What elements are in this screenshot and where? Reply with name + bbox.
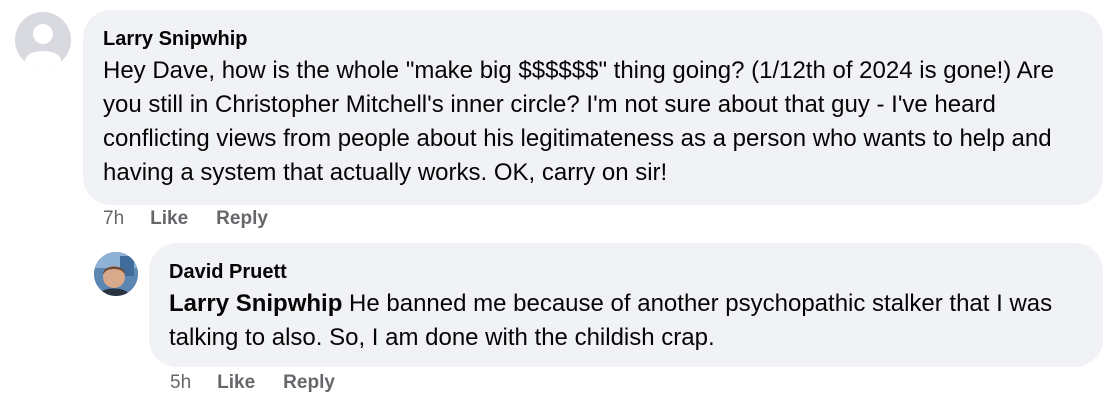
like-button[interactable]: Like xyxy=(150,208,188,230)
comment-author[interactable]: David Pruett xyxy=(169,259,1083,285)
reply-button[interactable]: Reply xyxy=(283,372,335,394)
person-silhouette-icon xyxy=(15,12,71,68)
comment-timestamp[interactable]: 7h xyxy=(103,208,124,230)
comment-actions: 5h Like Reply xyxy=(170,372,363,394)
mention-link[interactable]: Larry Snipwhip xyxy=(169,290,342,317)
comment-actions: 7h Like Reply xyxy=(103,208,296,230)
comment-timestamp[interactable]: 5h xyxy=(170,372,191,394)
reply-bubble: David Pruett Larry Snipwhip He banned me… xyxy=(149,243,1103,367)
default-avatar[interactable] xyxy=(15,12,71,68)
profile-photo-icon xyxy=(94,252,138,296)
comment-text: Larry Snipwhip He banned me because of a… xyxy=(169,287,1083,355)
comment-author[interactable]: Larry Snipwhip xyxy=(103,26,1083,52)
user-avatar[interactable] xyxy=(94,252,138,296)
comment-bubble: Larry Snipwhip Hey Dave, how is the whol… xyxy=(83,10,1103,205)
comment-thread: Larry Snipwhip Hey Dave, how is the whol… xyxy=(0,0,1116,402)
comment-text: Hey Dave, how is the whole "make big $$$… xyxy=(103,57,1054,186)
reply-button[interactable]: Reply xyxy=(216,208,268,230)
like-button[interactable]: Like xyxy=(217,372,255,394)
